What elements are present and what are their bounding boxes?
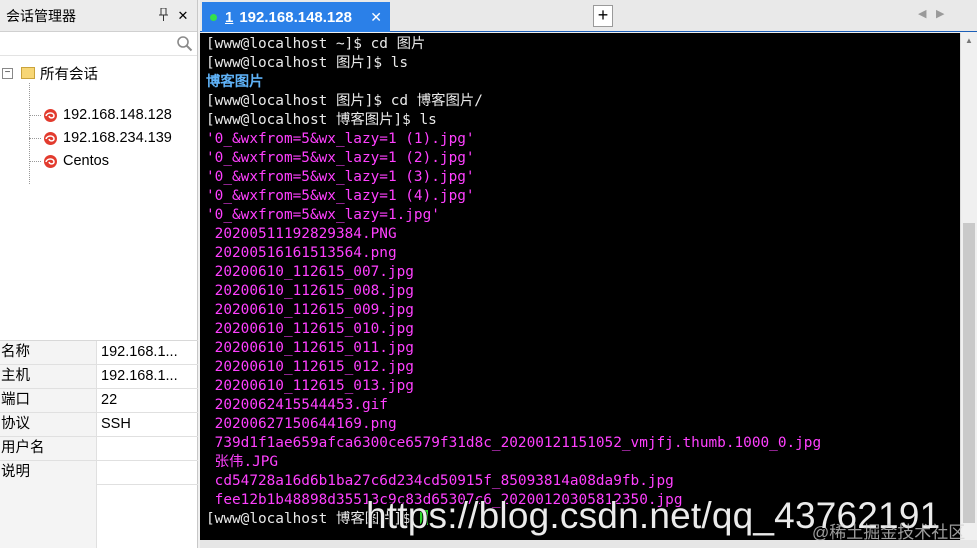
- tree-root-label: 所有会话: [40, 66, 98, 83]
- tab-scroll-right-icon[interactable]: ▶: [936, 7, 944, 20]
- terminal-view[interactable]: [www@localhost ~]$ cd 图片 [www@localhost 图…: [200, 33, 960, 540]
- tab-session-1[interactable]: 1 192.168.148.128 ✕: [202, 2, 390, 32]
- terminal-scrollbar[interactable]: ▲: [960, 33, 977, 540]
- session-item-1[interactable]: 192.168.148.128: [29, 104, 172, 126]
- tab-scroll-left-icon[interactable]: ◀: [918, 7, 926, 20]
- properties-empty-area: [0, 484, 198, 548]
- terminal-line: 20200610_112615_011.jpg: [206, 340, 414, 356]
- terminal-line: 20200610_112615_013.jpg: [206, 378, 414, 394]
- folder-icon: [21, 67, 35, 79]
- property-key: 端口: [0, 389, 97, 412]
- property-row-host: 主机 192.168.1...: [0, 365, 198, 389]
- scroll-up-icon[interactable]: ▲: [965, 36, 973, 45]
- session-label: Centos: [63, 153, 109, 169]
- terminal-line: 20200610_112615_007.jpg: [206, 264, 414, 280]
- terminal-line: 20200610_112615_008.jpg: [206, 283, 414, 299]
- session-label: 192.168.148.128: [63, 107, 172, 123]
- session-swirl-icon: [44, 108, 57, 122]
- session-item-3[interactable]: Centos: [29, 150, 109, 172]
- session-properties-table: 名称 192.168.1... 主机 192.168.1... 端口 22 协议…: [0, 340, 198, 485]
- search-icon[interactable]: [176, 35, 193, 55]
- terminal-line: [www@localhost 图片]$ cd 博客图片/: [206, 93, 483, 109]
- tab-close-icon[interactable]: ✕: [370, 9, 382, 26]
- terminal-line: 739d1f1ae659afca6300ce6579f31d8c_2020012…: [206, 435, 822, 451]
- pin-icon[interactable]: [155, 7, 171, 24]
- terminal-line: [www@localhost ~]$ cd 图片: [206, 36, 426, 52]
- session-manager-title: 会话管理器: [6, 7, 76, 24]
- terminal-line: '0_&wxfrom=5&wx_lazy=1.jpg': [206, 207, 440, 223]
- terminal-line: '0_&wxfrom=5&wx_lazy=1 (4).jpg': [206, 188, 475, 204]
- property-value: [97, 461, 198, 484]
- terminal-line: 20200610_112615_009.jpg: [206, 302, 414, 318]
- scrollbar-thumb[interactable]: [963, 223, 975, 523]
- property-row-name: 名称 192.168.1...: [0, 341, 198, 365]
- property-value: SSH: [101, 416, 131, 432]
- terminal-line: '0_&wxfrom=5&wx_lazy=1 (1).jpg': [206, 131, 475, 147]
- watermark-community: @稀土掘金技术社区: [812, 523, 966, 542]
- tab-title: 192.168.148.128: [239, 8, 352, 26]
- session-search-bar[interactable]: [0, 32, 197, 56]
- terminal-line: 20200516161513564.png: [206, 245, 397, 261]
- property-key: 主机: [0, 365, 97, 388]
- terminal-line: [www@localhost 图片]$ ls: [206, 55, 409, 71]
- session-tree: − 所有会话 192.168.148.128 192.168.234.139 C…: [0, 56, 197, 336]
- property-value: [97, 437, 198, 460]
- property-key: 名称: [0, 341, 97, 364]
- terminal-line: 20200610_112615_010.jpg: [206, 321, 414, 337]
- session-manager-panel: 会话管理器 ✕ − 所有会话 192.168.148.128 192.168.2…: [0, 0, 198, 548]
- session-swirl-icon: [44, 131, 57, 145]
- property-value: 22: [101, 392, 118, 408]
- terminal-line: cd54728a16d6b1ba27c6d234cd50915f_8509381…: [206, 473, 674, 489]
- session-manager-header: 会话管理器 ✕: [0, 0, 197, 32]
- terminal-line: '0_&wxfrom=5&wx_lazy=1 (3).jpg': [206, 169, 475, 185]
- tab-number: 1: [225, 8, 234, 26]
- terminal-line: 20200627150644169.png: [206, 416, 397, 432]
- property-key: 用户名: [0, 437, 97, 460]
- tree-root-all-sessions[interactable]: − 所有会话: [2, 63, 98, 83]
- terminal-line: 博客图片: [206, 74, 264, 90]
- connection-status-icon: [210, 13, 217, 21]
- property-value: 192.168.1...: [101, 368, 178, 384]
- session-label: 192.168.234.139: [63, 130, 172, 146]
- session-swirl-icon: [44, 154, 57, 168]
- session-item-2[interactable]: 192.168.234.139: [29, 127, 172, 149]
- terminal-line: '0_&wxfrom=5&wx_lazy=1 (2).jpg': [206, 150, 475, 166]
- terminal-line: 20200610_112615_012.jpg: [206, 359, 414, 375]
- session-tab-bar: 1 192.168.148.128 ✕ + ◀ ▶: [200, 0, 977, 32]
- collapse-toggle[interactable]: −: [2, 67, 13, 79]
- property-row-username: 用户名: [0, 437, 198, 461]
- close-panel-icon[interactable]: ✕: [175, 8, 191, 24]
- property-key: 协议: [0, 413, 97, 436]
- property-row-protocol: 协议 SSH: [0, 413, 198, 437]
- property-row-port: 端口 22: [0, 389, 198, 413]
- terminal-line: [www@localhost 博客图片]$ ls: [206, 112, 437, 128]
- terminal-output: [www@localhost ~]$ cd 图片 [www@localhost 图…: [206, 35, 821, 529]
- property-row-description: 说明: [0, 461, 198, 485]
- property-key: 说明: [0, 461, 97, 484]
- terminal-line: 2020062415544453.gif: [206, 397, 388, 413]
- terminal-line: 20200511192829384.PNG: [206, 226, 397, 242]
- terminal-line: 张伟.JPG: [206, 454, 279, 470]
- add-tab-button[interactable]: +: [593, 5, 613, 27]
- property-value: 192.168.1...: [101, 344, 178, 360]
